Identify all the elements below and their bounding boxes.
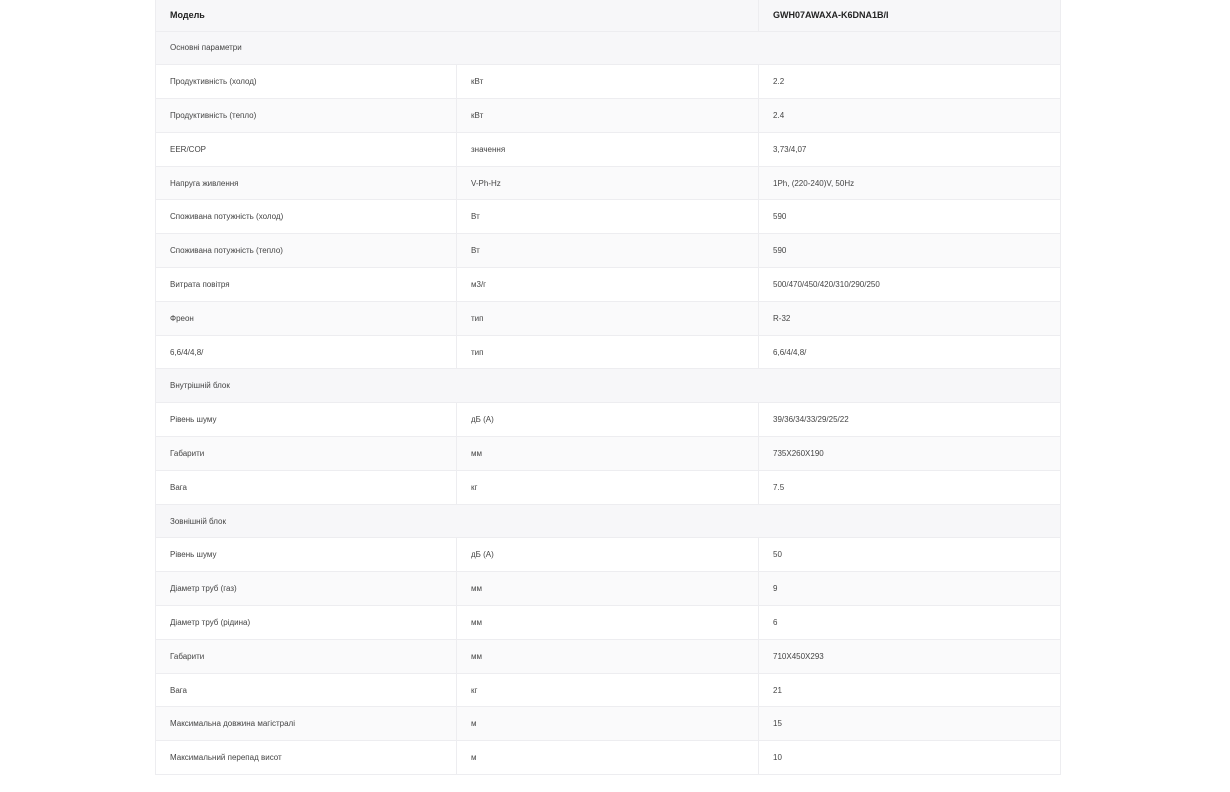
param-name-cell: Діаметр труб (рідина) [155,605,457,640]
value-cell: 2.2 [758,64,1062,100]
unit-cell: дБ (А) [456,402,760,438]
param-name-cell: Діаметр труб (газ) [155,571,457,607]
param-name-cell: Продуктивність (холод) [155,64,457,100]
value-cell: 3,73/4,07 [758,132,1062,167]
param-name-cell: Максимальний перепад висот [155,740,457,776]
value-cell: 39/36/34/33/29/25/22 [758,402,1062,438]
unit-cell: кг [456,673,760,708]
param-name-cell: Споживана потужність (холод) [155,199,457,235]
table-row: Максимальна довжина магістралі м 15 [155,706,1062,742]
value-cell: 10 [758,740,1062,776]
param-name-cell: Продуктивність (тепло) [155,98,457,133]
unit-cell: кВт [456,64,760,100]
section-title: Внутрішній блок [154,368,1062,404]
spec-table: Модель GWH07AWAXA-K6DNA1B/I Основні пара… [154,0,1062,776]
table-row: 6,6/4/4,8/тип 6,6/4/4,8/ [155,335,1062,370]
value-cell: 590 [758,233,1062,269]
table-row: Споживана потужність (холод) Вт 590 [155,199,1062,235]
section-header-row: Основні параметри [154,31,1062,66]
unit-cell: тип [456,335,760,370]
section-title: Зовнішній блок [154,504,1062,539]
table-row: Напруга живлення V-Ph-Hz 1Ph, (220-240)V, … [155,166,1062,201]
param-name-cell: Напруга живлення [155,166,457,201]
model-value: GWH07AWAXA-K6DNA1B/I [758,0,1062,32]
param-name-cell: Фреон [155,301,457,336]
unit-cell: тип [456,301,760,336]
table-row: Діаметр труб (газ) мм 9 [155,571,1062,607]
unit-cell: мм [456,639,760,674]
table-row: Рівень шуму дБ (А) 50 [155,537,1062,573]
value-cell: R-32 [758,301,1062,336]
table-row: Продуктивність (тепло) кВт 2.4 [155,98,1062,133]
unit-cell: значення [456,132,760,167]
param-name-cell: Максимальна довжина магістралі [155,706,457,742]
table-row: Максимальний перепад висот м 10 [155,740,1062,776]
unit-cell: мм [456,571,760,607]
section-header-row: Зовнішній блок [154,504,1062,539]
param-name-cell: Споживана потужність (тепло) [155,233,457,269]
value-cell: 21 [758,673,1062,708]
unit-cell: дБ (А) [456,537,760,573]
value-cell: 15 [758,706,1062,742]
value-cell: 7.5 [758,470,1062,505]
param-name-cell: Рівень шуму [155,537,457,573]
table-row: Вага кг 21 [155,673,1062,708]
table-row: EER/COP значення 3,73/4,07 [155,132,1062,167]
param-name-cell: 6,6/4/4,8/ [155,335,457,370]
value-cell: 500/470/450/420/310/290/250 [758,267,1062,302]
param-name-cell: Вага [155,470,457,505]
unit-cell: м3/г [456,267,760,302]
unit-cell: м [456,706,760,742]
model-header-row: Модель GWH07AWAXA-K6DNA1B/I [154,0,1062,32]
table-row: Вага кг 7.5 [155,470,1062,505]
section-header-row: Внутрішній блок [154,368,1062,404]
value-cell: 735X260X190 [758,436,1062,471]
value-cell: 590 [758,199,1062,235]
unit-cell: V-Ph-Hz [456,166,760,201]
value-cell: 2.4 [758,98,1062,133]
unit-cell: Вт [456,199,760,235]
table-row: Габарити мм 735X260X190 [155,436,1062,471]
param-name-cell: Габарити [155,436,457,471]
param-name-cell: Габарити [155,639,457,674]
param-name-cell: Вага [155,673,457,708]
table-row: Рівень шуму дБ (А) 39/36/34/33/29/25/22 [155,402,1062,438]
table-row: Фреон тип R-32 [155,301,1062,336]
spec-table-body: Модель GWH07AWAXA-K6DNA1B/I Основні пара… [154,0,1062,776]
value-cell: 6 [758,605,1062,640]
table-row: Споживана потужність (тепло) Вт 590 [155,233,1062,269]
value-cell: 710X450X293 [758,639,1062,674]
unit-cell: Вт [456,233,760,269]
value-cell: 50 [758,537,1062,573]
table-row: Продуктивність (холод) кВт 2.2 [155,64,1062,100]
table-row: Витрата повітря м3/г 500/470/450/420/310/2… [155,267,1062,302]
section-title: Основні параметри [154,31,1062,66]
spec-table-container: Модель GWH07AWAXA-K6DNA1B/I Основні пара… [154,0,1062,776]
table-row: Діаметр труб (рідина) мм 6 [155,605,1062,640]
model-label: Модель [154,0,760,32]
param-name-cell: Рівень шуму [155,402,457,438]
param-name-cell: Витрата повітря [155,267,457,302]
unit-cell: мм [456,436,760,471]
value-cell: 6,6/4/4,8/ [758,335,1062,370]
unit-cell: кг [456,470,760,505]
param-name-cell: EER/COP [155,132,457,167]
unit-cell: кВт [456,98,760,133]
unit-cell: мм [456,605,760,640]
value-cell: 1Ph, (220-240)V, 50Hz [758,166,1062,201]
table-row: Габарити мм 710X450X293 [155,639,1062,674]
value-cell: 9 [758,571,1062,607]
unit-cell: м [456,740,760,776]
